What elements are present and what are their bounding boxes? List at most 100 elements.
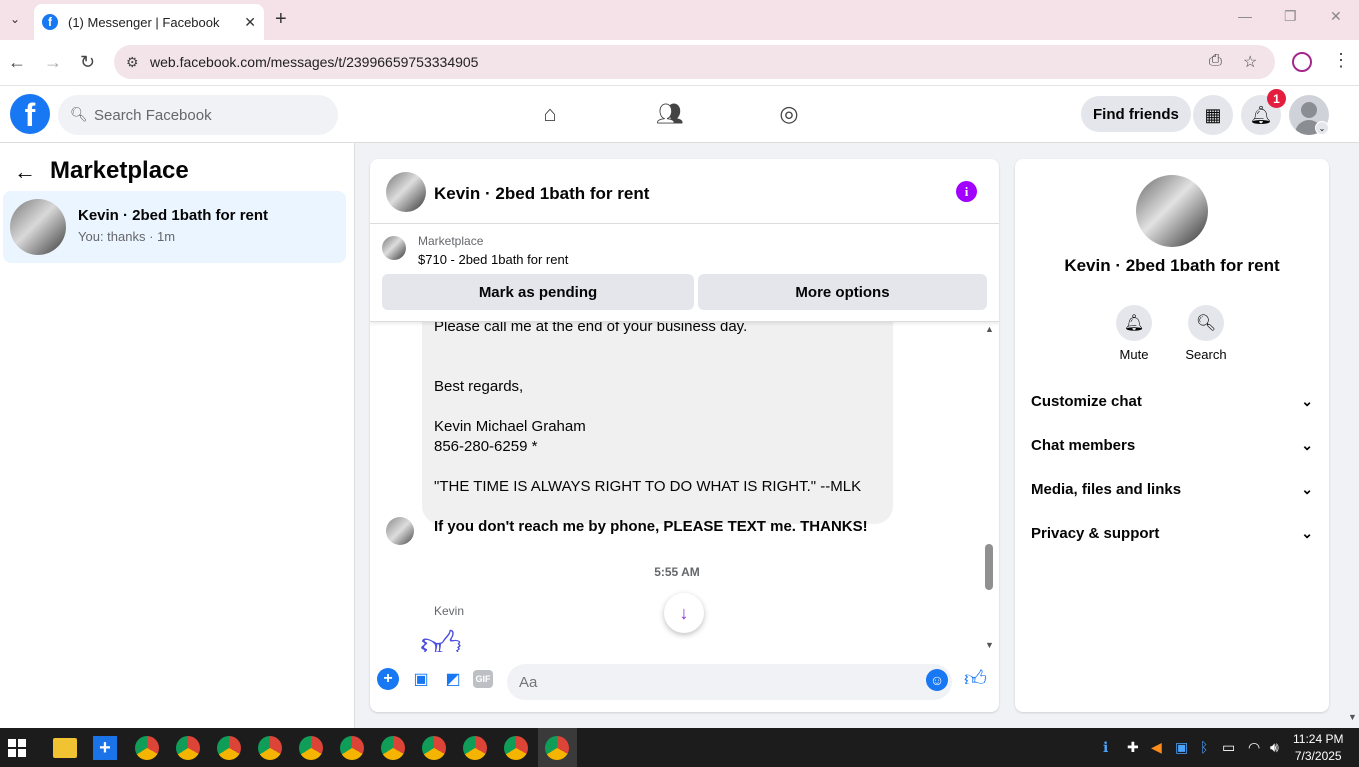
bluetooth-icon[interactable]: ᛒ: [1200, 739, 1208, 755]
message-line: 856-280-6259 *: [434, 438, 538, 455]
page-scroll-down-icon[interactable]: ▼: [1348, 712, 1357, 722]
message-input[interactable]: [507, 664, 952, 700]
chat-title[interactable]: Kevin · 2bed 1bath for rent: [434, 184, 649, 204]
chrome-icon[interactable]: [463, 736, 487, 760]
site-info-icon[interactable]: ⚙: [126, 54, 139, 71]
search-label: Search: [1185, 347, 1227, 362]
chrome-icon[interactable]: [422, 736, 446, 760]
chrome-icon[interactable]: [258, 736, 282, 760]
reload-icon[interactable]: ↻: [80, 52, 95, 73]
restore-icon[interactable]: ❐: [1284, 8, 1297, 25]
gif-icon[interactable]: GIF: [473, 670, 493, 688]
chat-avatar[interactable]: [386, 172, 426, 212]
groups-icon[interactable]: ◎: [775, 100, 803, 128]
conversation-info-panel: Kevin · 2bed 1bath for rent 🔔︎ Mute 🔍︎ S…: [1015, 159, 1329, 712]
facebook-logo-icon[interactable]: f: [10, 94, 50, 134]
browser-menu-icon[interactable]: ⋮: [1332, 50, 1350, 71]
friends-icon[interactable]: 👥︎: [656, 100, 684, 128]
chrome-icon[interactable]: [340, 736, 364, 760]
chrome-icon[interactable]: [217, 736, 241, 760]
audio-tray-icon[interactable]: ◀: [1151, 739, 1162, 756]
file-explorer-icon[interactable]: [53, 738, 77, 758]
add-plus-icon[interactable]: +: [377, 668, 399, 690]
section-privacy-support[interactable]: Privacy & support ⌄: [1031, 511, 1313, 555]
close-tab-icon[interactable]: ✕: [244, 14, 256, 31]
listing-thumbnail[interactable]: [382, 236, 406, 260]
windows-start-icon[interactable]: [8, 739, 26, 757]
clock-date: 7/3/2025: [1294, 749, 1342, 763]
app-plus-icon[interactable]: +: [93, 736, 117, 760]
message-scrollbar[interactable]: ▲ ▼: [983, 322, 995, 652]
bookmark-star-icon[interactable]: ☆: [1243, 52, 1257, 72]
find-friends-button[interactable]: Find friends: [1081, 96, 1191, 132]
sender-name: Kevin: [434, 604, 465, 618]
search-button[interactable]: 🔍︎ Search: [1176, 305, 1236, 362]
new-tab-icon[interactable]: +: [275, 8, 287, 31]
volume-icon[interactable]: 🔊︎: [1270, 739, 1279, 756]
sender-avatar: [386, 517, 414, 545]
chrome-icon[interactable]: [504, 736, 528, 760]
message-line: If you don't reach me by phone, PLEASE T…: [434, 518, 868, 535]
message-thread: Please call me at the end of your busine…: [370, 322, 999, 652]
section-label: Customize chat: [1031, 392, 1142, 410]
chrome-icon[interactable]: [381, 736, 405, 760]
clock-time: 11:24 PM: [1293, 732, 1344, 746]
browser-profile-icon[interactable]: [1292, 52, 1312, 72]
sidebar-title: Marketplace: [50, 157, 189, 184]
taskbar-clock[interactable]: 11:24 PM 7/3/2025: [1293, 731, 1343, 765]
chrome-icon[interactable]: [299, 736, 323, 760]
chrome-icon[interactable]: [176, 736, 200, 760]
chevron-down-icon: ⌄: [1301, 524, 1313, 541]
listing-price-title[interactable]: $710 - 2bed 1bath for rent: [418, 252, 568, 267]
browser-tab[interactable]: f (1) Messenger | Facebook ✕: [34, 4, 264, 40]
sticker-icon[interactable]: ◩: [442, 668, 464, 690]
tab-search-chevron-icon[interactable]: ⌄: [4, 8, 26, 30]
back-arrow-icon[interactable]: ←: [14, 159, 36, 185]
more-options-button[interactable]: More options: [698, 274, 987, 310]
account-chevron-icon[interactable]: ⌄: [1315, 121, 1329, 135]
chrome-icon[interactable]: [545, 736, 569, 760]
minimize-icon[interactable]: —: [1238, 8, 1252, 24]
section-label: Chat members: [1031, 436, 1136, 454]
plus-tray-icon[interactable]: ✚: [1127, 739, 1139, 756]
notification-badge: 1: [1267, 89, 1286, 108]
scroll-to-bottom-icon[interactable]: ↓: [664, 593, 704, 633]
section-customize-chat[interactable]: Customize chat ⌄: [1031, 379, 1313, 423]
info-icon[interactable]: i: [956, 181, 977, 202]
mark-as-pending-button[interactable]: Mark as pending: [382, 274, 694, 310]
chrome-icon[interactable]: [135, 736, 159, 760]
profile-avatar[interactable]: [1136, 175, 1208, 247]
forward-arrow-icon[interactable]: →: [44, 52, 62, 73]
conversation-list-item[interactable]: Kevin · 2bed 1bath for rent You: thanks …: [3, 191, 346, 263]
message-line: "THE TIME IS ALWAYS RIGHT TO DO WHAT IS …: [434, 478, 862, 495]
chevron-down-icon: ⌄: [1301, 436, 1313, 453]
mute-button[interactable]: 🔔︎ Mute: [1104, 305, 1164, 362]
section-media-files-links[interactable]: Media, files and links ⌄: [1031, 467, 1313, 511]
close-window-icon[interactable]: ✕: [1330, 8, 1342, 25]
search-placeholder: Search Facebook: [94, 106, 212, 124]
windows-taskbar: + ℹ ✚ ◀ ▣ ᛒ ▭ ◠ 🔊︎ 11:24 PM 7/3/2025: [0, 728, 1359, 767]
wifi-icon[interactable]: ◠: [1248, 739, 1260, 756]
facebook-search-input[interactable]: 🔍︎ Search Facebook: [58, 95, 338, 135]
install-app-icon[interactable]: ⎙: [1209, 52, 1222, 70]
url-field[interactable]: ⚙ web.facebook.com/messages/t/2399665975…: [114, 45, 1275, 79]
display-tray-icon[interactable]: ▣: [1175, 739, 1188, 756]
battery-icon[interactable]: ▭: [1222, 739, 1235, 756]
bell-icon: 🔔︎: [1116, 305, 1152, 341]
profile-name: Kevin · 2bed 1bath for rent: [1064, 256, 1280, 275]
photo-icon[interactable]: ▣: [410, 668, 432, 690]
like-thumbs-up-icon[interactable]: 👍︎: [964, 665, 987, 692]
scroll-up-icon[interactable]: ▲: [985, 324, 994, 334]
info-tray-icon[interactable]: ℹ: [1103, 739, 1108, 756]
emoji-icon[interactable]: ☺: [926, 669, 948, 691]
marketplace-listing-bar: Marketplace $710 - 2bed 1bath for rent M…: [370, 224, 999, 322]
facebook-favicon-icon: f: [42, 14, 58, 30]
scrollbar-thumb[interactable]: [985, 544, 993, 590]
tab-title: (1) Messenger | Facebook: [68, 14, 220, 30]
section-chat-members[interactable]: Chat members ⌄: [1031, 423, 1313, 467]
menu-grid-icon[interactable]: ▦: [1193, 95, 1233, 135]
scroll-down-icon[interactable]: ▼: [985, 640, 994, 650]
home-icon[interactable]: ⌂: [536, 100, 564, 128]
message-composer: + ▣ ◩ GIF ☺ 👍︎: [370, 652, 999, 712]
back-arrow-icon[interactable]: ←: [8, 52, 26, 73]
